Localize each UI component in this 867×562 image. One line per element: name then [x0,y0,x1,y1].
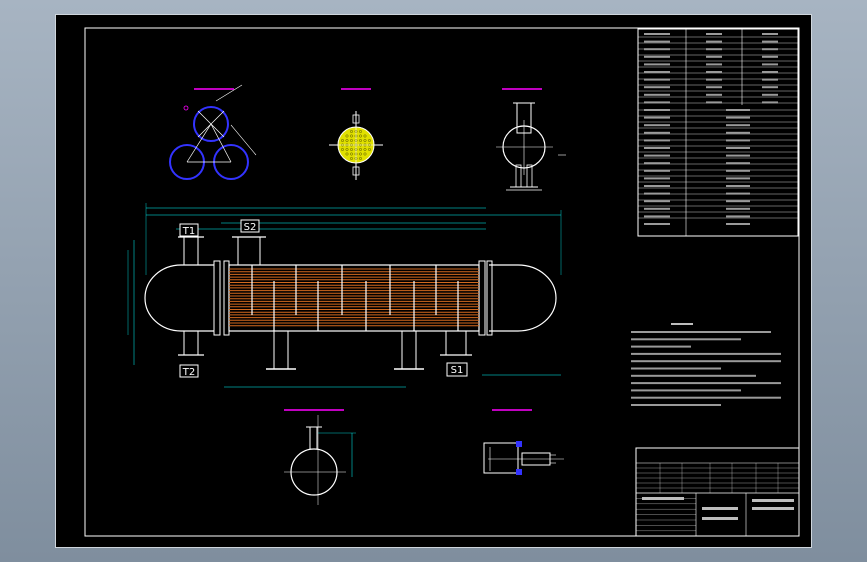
end-view [496,88,566,191]
cad-viewport[interactable]: T1 S2 T2 S1 [0,0,867,562]
technical-notes [631,323,781,406]
right-flange [478,260,486,336]
nozzle-s2 [237,236,261,266]
nozzle-t1 [183,236,199,266]
nozzle-t2 [183,330,199,356]
left-channel-head [144,264,214,332]
nozzle-detail-view [284,409,356,505]
left-flange [213,260,221,336]
heat-exchanger-elevation: T1 S2 T2 S1 [127,203,562,388]
tag-s2: S2 [244,222,257,233]
drawing-canvas: T1 S2 T2 S1 [84,27,800,537]
tag-t1: T1 [182,226,195,237]
tag-t2: T2 [182,367,195,378]
saddle-left [273,330,289,370]
tube-sheet-view [329,88,383,180]
right-channel-head [489,264,557,332]
flange-detail-view [483,409,564,475]
tube-layout-view [169,84,257,180]
tag-s1: S1 [451,365,464,376]
title-block [635,447,800,537]
design-data-table [637,28,799,237]
saddle-right [401,330,417,370]
nozzle-s1 [445,330,467,356]
drawing-sheet: T1 S2 T2 S1 [55,14,812,548]
